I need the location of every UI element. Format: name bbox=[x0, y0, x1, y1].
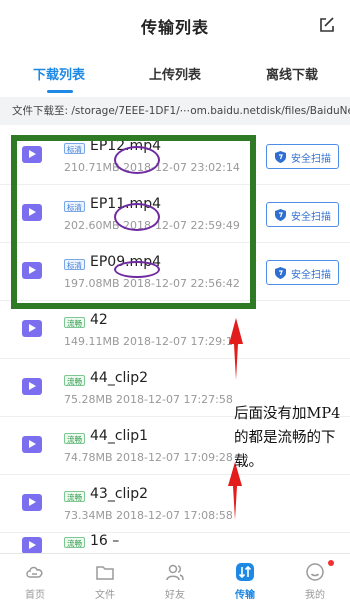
video-file-icon bbox=[22, 378, 42, 395]
quality-badge: 流畅 bbox=[64, 375, 85, 386]
file-name: 42 bbox=[90, 312, 108, 328]
security-scan-label: 安全扫描 bbox=[291, 154, 331, 165]
file-meta: 75.28MB 2018-12-07 17:27:58 bbox=[64, 393, 233, 406]
security-scan-label: 安全扫描 bbox=[291, 270, 331, 281]
nav-item-transfer[interactable]: 传输 bbox=[210, 554, 280, 602]
page-title: 传输列表 bbox=[140, 18, 209, 37]
file-meta: 73.34MB 2018-12-07 17:08:58 bbox=[64, 509, 233, 522]
tab-offline-download[interactable]: 离线下载 bbox=[266, 64, 318, 83]
friends-icon bbox=[166, 564, 184, 581]
nav-label: 文件 bbox=[95, 590, 115, 601]
nav-label: 首页 bbox=[25, 590, 45, 601]
annotation-note: 后面没有加MP4的都是流畅的下载。 bbox=[234, 406, 341, 470]
nav-label: 我的 bbox=[305, 590, 325, 601]
download-path-bar: 文件下载至: /storage/7EEE-1DF1/⋯om.baidu.netd… bbox=[0, 97, 350, 125]
header: 传输列表 bbox=[0, 0, 350, 50]
tab-bar: 下载列表 上传列表 离线下载 bbox=[0, 56, 350, 94]
security-scan-button[interactable]: 安全扫描 bbox=[266, 144, 339, 169]
security-scan-label: 安全扫描 bbox=[291, 212, 331, 223]
bottom-nav: 首页 文件 好友 传输 我的 bbox=[0, 553, 350, 602]
quality-badge: 流畅 bbox=[64, 491, 85, 502]
nav-item-friends[interactable]: 好友 bbox=[140, 554, 210, 602]
video-file-icon bbox=[22, 320, 42, 337]
file-row[interactable]: 流畅 42 149.11MB 2018-12-07 17:29:13 bbox=[0, 301, 350, 359]
annotation-circle bbox=[114, 203, 160, 231]
video-file-icon bbox=[22, 436, 42, 453]
file-name: 44_clip1 bbox=[90, 428, 149, 444]
profile-icon bbox=[306, 563, 324, 581]
nav-label: 传输 bbox=[235, 590, 255, 601]
file-name: 43_clip2 bbox=[90, 486, 149, 502]
quality-badge: 流畅 bbox=[64, 537, 85, 548]
security-scan-button[interactable]: 安全扫描 bbox=[266, 260, 339, 285]
file-name: 44_clip2 bbox=[90, 370, 149, 386]
file-meta: 149.11MB 2018-12-07 17:29:13 bbox=[64, 335, 240, 348]
annotation-circle bbox=[114, 146, 160, 174]
annotation-circle bbox=[114, 261, 160, 278]
quality-badge: 流畅 bbox=[64, 317, 85, 328]
nav-item-home[interactable]: 首页 bbox=[0, 554, 70, 602]
nav-item-profile[interactable]: 我的 bbox=[280, 554, 350, 602]
file-meta: 74.78MB 2018-12-07 17:09:28 bbox=[64, 451, 233, 464]
file-row[interactable]: 流畅 16 – bbox=[0, 533, 350, 554]
file-name: 16 – bbox=[90, 533, 120, 549]
shield-icon bbox=[275, 267, 286, 279]
nav-item-files[interactable]: 文件 bbox=[70, 554, 140, 602]
video-file-icon bbox=[22, 494, 42, 511]
active-tab-indicator bbox=[47, 90, 73, 93]
cloud-icon bbox=[26, 566, 43, 578]
shield-icon bbox=[275, 151, 286, 163]
tab-upload-list[interactable]: 上传列表 bbox=[149, 64, 201, 83]
edit-icon[interactable] bbox=[318, 16, 336, 34]
transfer-icon bbox=[236, 563, 254, 581]
quality-badge: 流畅 bbox=[64, 433, 85, 444]
annotation-arrow-up bbox=[229, 318, 243, 380]
shield-icon bbox=[275, 209, 286, 221]
download-path-text: 文件下载至: /storage/7EEE-1DF1/⋯om.baidu.netd… bbox=[12, 105, 350, 117]
security-scan-button[interactable]: 安全扫描 bbox=[266, 202, 339, 227]
nav-label: 好友 bbox=[165, 590, 185, 601]
video-file-icon bbox=[22, 537, 42, 554]
tab-download-list[interactable]: 下载列表 bbox=[33, 64, 85, 83]
notification-dot bbox=[328, 560, 334, 566]
folder-icon bbox=[96, 566, 114, 580]
file-row[interactable]: 流畅 43_clip2 73.34MB 2018-12-07 17:08:58 bbox=[0, 475, 350, 533]
